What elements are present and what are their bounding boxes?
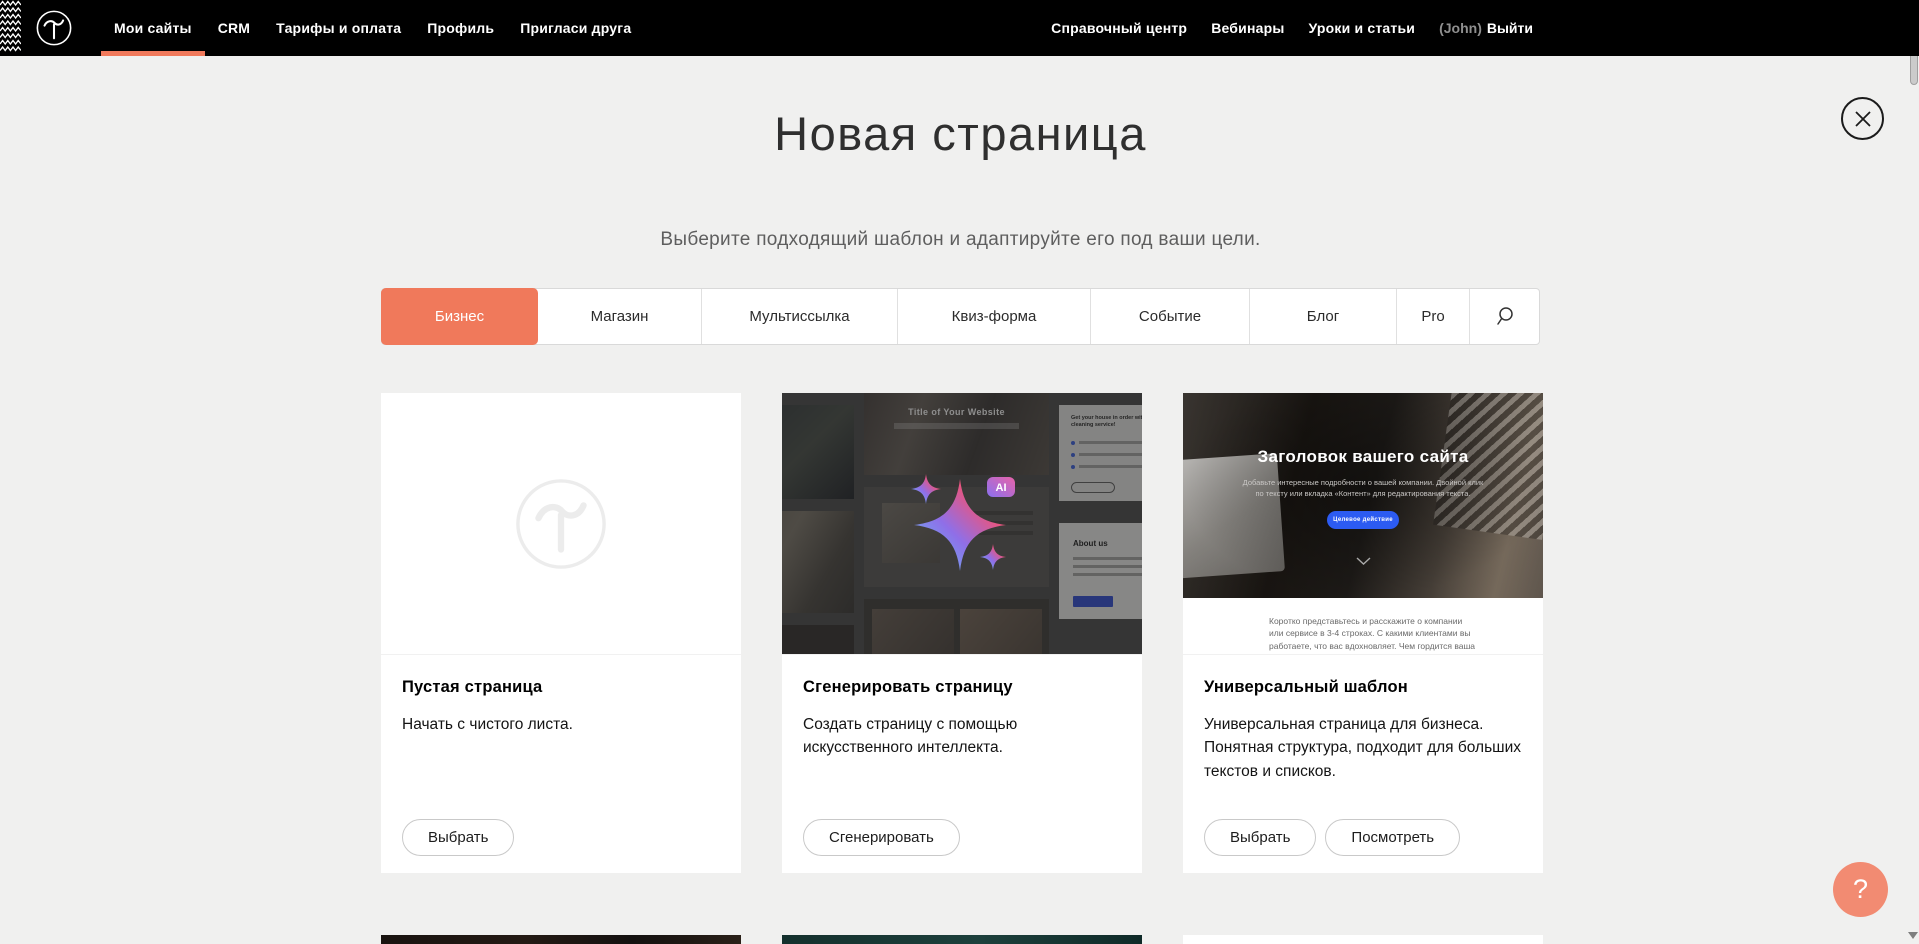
template-hero-subtitle: Добавьте интересные подробности о вашей …: [1239, 477, 1487, 500]
tab-search[interactable]: [1470, 289, 1539, 344]
top-navbar: Мои сайты CRM Тарифы и оплата Профиль Пр…: [0, 0, 1919, 56]
tab-multilink[interactable]: Мультиссылка: [702, 289, 898, 344]
nav-user-logout[interactable]: (John) Выйти: [1427, 0, 1533, 56]
choose-button[interactable]: Выбрать: [402, 819, 514, 856]
card-body: Пустая страница Начать с чистого листа. …: [381, 655, 741, 872]
main-menu: Мои сайты CRM Тарифы и оплата Профиль Пр…: [101, 0, 644, 56]
page-title: Новая страница: [381, 106, 1540, 161]
nav-invite-friend[interactable]: Пригласи друга: [507, 0, 644, 56]
clipped-card-preview[interactable]: [381, 935, 741, 944]
tab-event[interactable]: Событие: [1091, 289, 1250, 344]
logout-label: Выйти: [1487, 20, 1533, 36]
nav-help-center[interactable]: Справочный центр: [1039, 0, 1199, 56]
card-universal-template: Заголовок вашего сайта Добавьте интересн…: [1183, 393, 1543, 873]
card-buttons: Выбрать: [402, 819, 514, 856]
card-body: Сгенерировать страницу Создать страницу …: [782, 655, 1142, 872]
tab-blog[interactable]: Блог: [1250, 289, 1397, 344]
card-title: Сгенерировать страницу: [803, 678, 1122, 697]
card-buttons: Выбрать Посмотреть: [1204, 819, 1460, 856]
secondary-menu: Справочный центр Вебинары Уроки и статьи…: [1039, 0, 1533, 56]
tilda-watermark-icon: [514, 477, 608, 571]
zigzag-pattern-decoration: [0, 0, 21, 56]
card-title: Универсальный шаблон: [1204, 678, 1523, 697]
generate-button[interactable]: Сгенерировать: [803, 819, 960, 856]
template-cards-row-2-clipped: [381, 935, 1543, 944]
chevron-down-icon: [1356, 557, 1371, 565]
close-icon: [1854, 110, 1872, 128]
card-description: Создать страницу с помощью искусственног…: [803, 713, 1053, 760]
page-scrollbar: [1908, 0, 1919, 944]
template-category-tabs: Бизнес Магазин Мультиссылка Квиз-форма С…: [381, 288, 1540, 345]
card-buttons: Сгенерировать: [803, 819, 960, 856]
nav-my-sites[interactable]: Мои сайты: [101, 0, 205, 56]
clipped-card-preview[interactable]: [782, 935, 1142, 944]
card-title: Пустая страница: [402, 678, 721, 697]
blank-page-preview[interactable]: [381, 393, 741, 655]
ai-preview-collage[interactable]: Title of Your Website Get your house in …: [782, 393, 1142, 655]
nav-lessons[interactable]: Уроки и статьи: [1297, 0, 1428, 56]
view-button[interactable]: Посмотреть: [1325, 819, 1460, 856]
clipped-card-preview[interactable]: [1183, 935, 1543, 944]
card-body: Универсальный шаблон Универсальная стран…: [1183, 655, 1543, 872]
nav-my-sites-label: Мои сайты: [114, 20, 192, 36]
template-cta-button: Целевое действие: [1327, 511, 1399, 529]
tab-shop[interactable]: Магазин: [538, 289, 702, 344]
ai-sparkles-icon: AI: [782, 393, 1142, 655]
app-screen: Мои сайты CRM Тарифы и оплата Профиль Пр…: [0, 0, 1919, 944]
active-nav-underline: [101, 51, 205, 56]
scrollbar-down-arrow[interactable]: [1908, 932, 1918, 939]
user-name: (John): [1439, 20, 1482, 36]
card-ai-generate: Title of Your Website Get your house in …: [782, 393, 1142, 873]
template-hero-title: Заголовок вашего сайта: [1183, 447, 1543, 467]
template-body-text: Коротко представьтесь и расскажите о ком…: [1269, 615, 1479, 655]
tab-quiz-form[interactable]: Квиз-форма: [898, 289, 1091, 344]
nav-crm[interactable]: CRM: [205, 0, 263, 56]
universal-template-preview[interactable]: Заголовок вашего сайта Добавьте интересн…: [1183, 393, 1543, 655]
card-blank-page: Пустая страница Начать с чистого листа. …: [381, 393, 741, 873]
nav-profile[interactable]: Профиль: [414, 0, 507, 56]
template-hero: Заголовок вашего сайта Добавьте интересн…: [1183, 393, 1543, 598]
nav-webinars[interactable]: Вебинары: [1199, 0, 1296, 56]
page-subtitle: Выберите подходящий шаблон и адаптируйте…: [381, 229, 1540, 251]
nav-tariffs[interactable]: Тарифы и оплата: [263, 0, 414, 56]
tab-business[interactable]: Бизнес: [381, 288, 538, 345]
tilda-logo[interactable]: [35, 9, 73, 47]
search-icon: [1495, 306, 1515, 327]
help-button[interactable]: ?: [1833, 862, 1888, 917]
template-cards-row: Пустая страница Начать с чистого листа. …: [381, 393, 1543, 873]
choose-button[interactable]: Выбрать: [1204, 819, 1316, 856]
ai-badge-label: AI: [996, 482, 1007, 494]
card-description: Начать с чистого листа.: [402, 713, 721, 736]
card-description: Универсальная страница для бизнеса. Поня…: [1204, 713, 1523, 783]
tab-pro[interactable]: Pro: [1397, 289, 1470, 344]
close-button[interactable]: [1841, 97, 1884, 140]
